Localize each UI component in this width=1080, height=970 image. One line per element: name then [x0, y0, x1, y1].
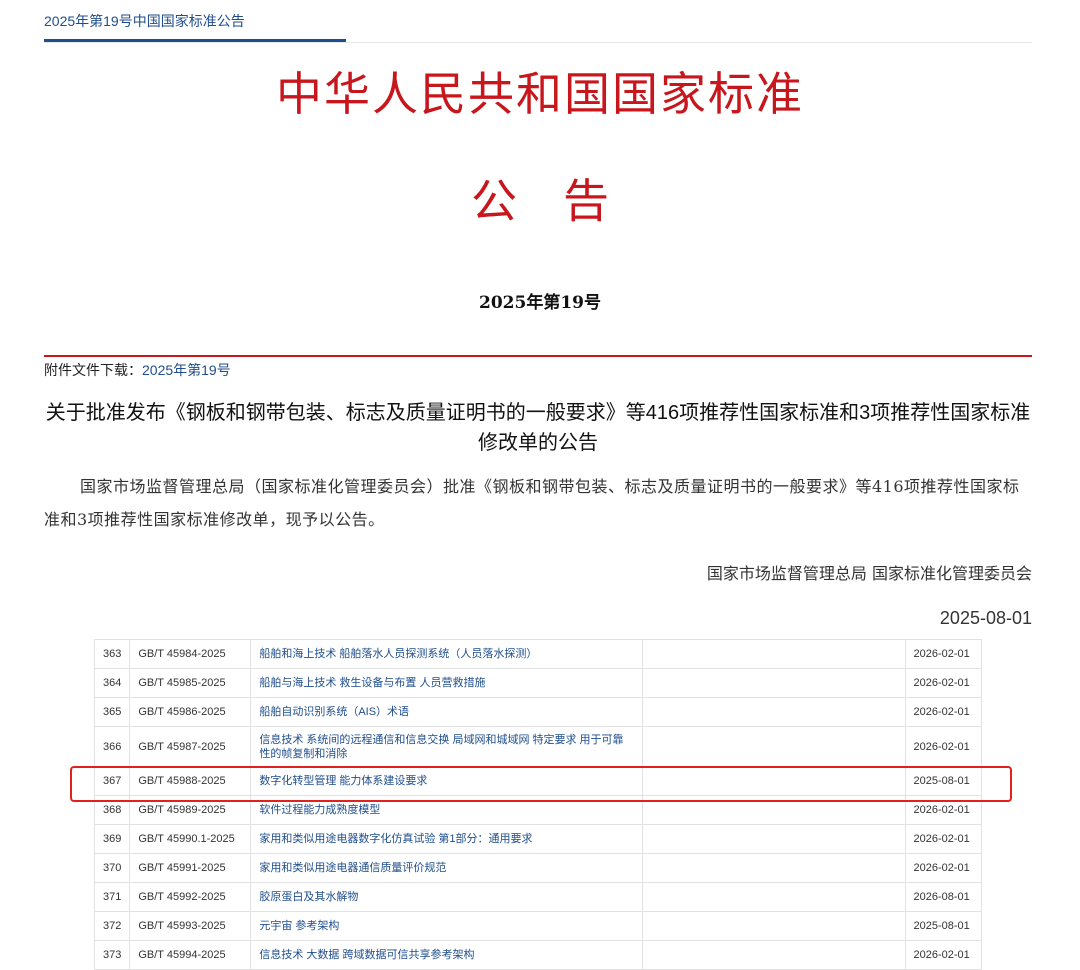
- standard-name-link[interactable]: 家用和类似用途电器数字化仿真试验 第1部分：通用要求: [250, 824, 643, 854]
- attachment-download-link[interactable]: 2025年第19号: [142, 362, 231, 378]
- standard-name-link[interactable]: 信息技术 大数据 跨域数据可信共享参考架构: [250, 940, 643, 970]
- standard-code: GB/T 45990.1-2025: [129, 824, 252, 854]
- attachment-line: 附件文件下载：2025年第19号: [44, 360, 231, 380]
- standard-name-link[interactable]: 船舶自动识别系统（AIS）术语: [250, 697, 643, 727]
- empty-cell: [641, 726, 906, 767]
- empty-cell: [641, 882, 906, 912]
- standard-name-link[interactable]: 信息技术 系统间的远程通信和信息交换 局域网和城域网 特定要求 用于可靠性的帧复…: [250, 726, 643, 767]
- empty-cell: [641, 697, 906, 727]
- empty-cell: [641, 639, 906, 669]
- table-row: 366 GB/T 45987-2025 信息技术 系统间的远程通信和信息交换 局…: [93, 726, 983, 767]
- breadcrumb-bar: 2025年第19号中国国家标准公告: [44, 10, 1032, 43]
- announcement-date: 2025-08-01: [939, 608, 1032, 628]
- table-row: 368 GB/T 45989-2025 软件过程能力成熟度模型 2026-02-…: [93, 795, 983, 825]
- standard-code: GB/T 45991-2025: [129, 853, 252, 883]
- table-row: 370 GB/T 45991-2025 家用和类似用途电器通信质量评价规范 20…: [93, 853, 983, 883]
- standard-code: GB/T 45993-2025: [129, 911, 252, 941]
- standard-code: GB/T 45992-2025: [129, 882, 252, 912]
- standard-name-link[interactable]: 家用和类似用途电器通信质量评价规范: [250, 853, 643, 883]
- standards-table: 363 GB/T 45984-2025 船舶和海上技术 船舶落水人员探测系统（人…: [93, 639, 983, 970]
- empty-cell: [641, 853, 906, 883]
- row-number: 370: [93, 853, 131, 883]
- table-row: 371 GB/T 45992-2025 胶原蛋白及其水解物 2026-08-01: [93, 882, 983, 912]
- effective-date: 2026-02-01: [904, 668, 983, 698]
- table-row: 373 GB/T 45994-2025 信息技术 大数据 跨域数据可信共享参考架…: [93, 940, 983, 970]
- standard-code: GB/T 45984-2025: [129, 639, 252, 669]
- breadcrumb-underline: [44, 39, 346, 42]
- standard-name-link[interactable]: 数字化转型管理 能力体系建设要求: [250, 766, 643, 796]
- table-row: 363 GB/T 45984-2025 船舶和海上技术 船舶落水人员探测系统（人…: [93, 639, 983, 669]
- effective-date: 2026-02-01: [904, 795, 983, 825]
- row-number: 373: [93, 940, 131, 970]
- row-number: 364: [93, 668, 131, 698]
- divider: [44, 355, 1032, 357]
- row-number: 367: [93, 766, 131, 796]
- signer: 国家市场监督管理总局 国家标准化管理委员会: [706, 564, 1032, 583]
- row-number: 365: [93, 697, 131, 727]
- empty-cell: [641, 766, 906, 796]
- standard-code: GB/T 45994-2025: [129, 940, 252, 970]
- effective-date: 2025-08-01: [904, 766, 983, 796]
- standard-name-link[interactable]: 元宇宙 参考架构: [250, 911, 643, 941]
- empty-cell: [641, 795, 906, 825]
- empty-cell: [641, 911, 906, 941]
- table-row: 365 GB/T 45986-2025 船舶自动识别系统（AIS）术语 2026…: [93, 697, 983, 727]
- effective-date: 2026-02-01: [904, 824, 983, 854]
- effective-date: 2026-02-01: [904, 726, 983, 767]
- effective-date: 2026-02-01: [904, 940, 983, 970]
- table-row: 364 GB/T 45985-2025 船舶与海上技术 救生设备与布置 人员营救…: [93, 668, 983, 698]
- table-row: 372 GB/T 45993-2025 元宇宙 参考架构 2025-08-01: [93, 911, 983, 941]
- effective-date: 2026-02-01: [904, 697, 983, 727]
- standard-code: GB/T 45986-2025: [129, 697, 252, 727]
- empty-cell: [641, 940, 906, 970]
- standard-name-link[interactable]: 胶原蛋白及其水解物: [250, 882, 643, 912]
- effective-date: 2025-08-01: [904, 911, 983, 941]
- empty-cell: [641, 668, 906, 698]
- empty-cell: [641, 824, 906, 854]
- row-number: 372: [93, 911, 131, 941]
- standard-name-link[interactable]: 船舶和海上技术 船舶落水人员探测系统（人员落水探测）: [250, 639, 643, 669]
- standard-code: GB/T 45989-2025: [129, 795, 252, 825]
- row-number: 369: [93, 824, 131, 854]
- issue-number: 2025年第19号: [479, 293, 601, 313]
- effective-date: 2026-02-01: [904, 639, 983, 669]
- row-number: 363: [93, 639, 131, 669]
- standard-name-link[interactable]: 船舶与海上技术 救生设备与布置 人员营救措施: [250, 668, 643, 698]
- attachment-label: 附件文件下载：: [44, 362, 142, 378]
- breadcrumb[interactable]: 2025年第19号中国国家标准公告: [44, 10, 245, 32]
- row-number: 368: [93, 795, 131, 825]
- effective-date: 2026-02-01: [904, 853, 983, 883]
- standard-code: GB/T 45987-2025: [129, 726, 252, 767]
- standard-code: GB/T 45988-2025: [129, 766, 252, 796]
- table-row-highlighted: 367 GB/T 45988-2025 数字化转型管理 能力体系建设要求 202…: [93, 766, 983, 796]
- effective-date: 2026-08-01: [904, 882, 983, 912]
- announcement-headline: 关于批准发布《钢板和钢带包装、标志及质量证明书的一般要求》等416项推荐性国家标…: [45, 402, 1031, 454]
- notice-title: 公 告: [471, 174, 609, 228]
- page-title: 中华人民共和国国家标准: [276, 67, 804, 121]
- standard-code: GB/T 45985-2025: [129, 668, 252, 698]
- row-number: 366: [93, 726, 131, 767]
- standard-name-link[interactable]: 软件过程能力成熟度模型: [250, 795, 643, 825]
- table-row: 369 GB/T 45990.1-2025 家用和类似用途电器数字化仿真试验 第…: [93, 824, 983, 854]
- row-number: 371: [93, 882, 131, 912]
- announcement-body: 国家市场监督管理总局（国家标准化管理委员会）批准《钢板和钢带包装、标志及质量证明…: [44, 477, 1020, 529]
